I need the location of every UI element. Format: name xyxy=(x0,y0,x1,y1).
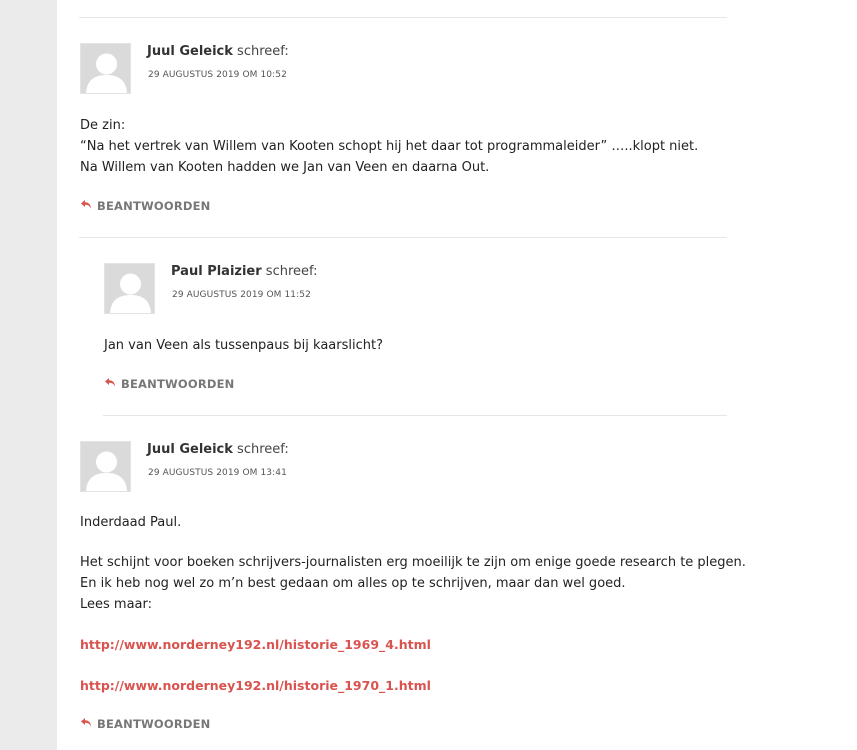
comment: Juul Geleick schreef: 29 AUGUSTUS 2019 O… xyxy=(57,0,857,750)
comment-line: Het schijnt voor boeken schrijvers-journ… xyxy=(80,555,746,570)
comment-link-paragraph: http://www.norderney192.nl/historie_1969… xyxy=(80,634,746,656)
comment-link[interactable]: http://www.norderney192.nl/historie_1969… xyxy=(80,637,431,652)
reply-button[interactable]: BEANTWOORDEN xyxy=(80,717,211,731)
comments-section: Juul Geleick schreef: 29 AUGUSTUS 2019 O… xyxy=(57,0,857,750)
comment-body: Inderdaad Paul. Het schijnt voor boeken … xyxy=(80,512,746,697)
comment-line: Lees maar: xyxy=(80,597,153,612)
comment-line: En ik heb nog wel zo m’n best gedaan om … xyxy=(80,576,626,591)
reply-arrow-icon xyxy=(80,717,92,731)
comment-link-paragraph: http://www.norderney192.nl/historie_1970… xyxy=(80,675,746,697)
comment-said: schreef: xyxy=(237,442,289,457)
reply-label: BEANTWOORDEN xyxy=(97,717,211,731)
default-user-avatar-icon xyxy=(81,442,130,491)
comment-date[interactable]: 29 AUGUSTUS 2019 OM 13:41 xyxy=(148,468,287,478)
comment-link[interactable]: http://www.norderney192.nl/historie_1970… xyxy=(80,678,431,693)
comment-author-line: Juul Geleick schreef: xyxy=(147,442,289,457)
comment-line: Inderdaad Paul. xyxy=(80,515,182,530)
avatar[interactable] xyxy=(80,441,131,492)
comment-author[interactable]: Juul Geleick xyxy=(147,442,233,457)
